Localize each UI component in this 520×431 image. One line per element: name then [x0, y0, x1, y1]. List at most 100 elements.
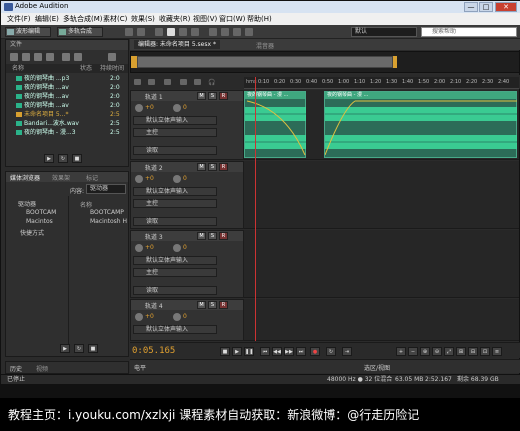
pan-knob[interactable]	[173, 175, 181, 183]
new-file-icon[interactable]	[22, 53, 30, 61]
record-arm-button[interactable]: R	[219, 163, 228, 171]
zoom-full-button[interactable]: ⤢	[444, 347, 454, 356]
output-select[interactable]: 主控	[133, 128, 217, 137]
volume-knob[interactable]	[135, 175, 143, 183]
overview-strip[interactable]	[130, 51, 520, 73]
slip-tool-icon[interactable]	[179, 28, 187, 36]
zoom-out-point-button[interactable]: ⊟	[468, 347, 478, 356]
track-lane-4[interactable]	[244, 299, 519, 341]
tab-level[interactable]: 电平	[134, 363, 146, 372]
autoplay-icon[interactable]	[62, 53, 70, 61]
menu-file[interactable]: 文件(F)	[7, 14, 31, 24]
solo-button[interactable]: S	[208, 232, 217, 240]
minimize-button[interactable]: —	[464, 2, 478, 12]
navigator-left-handle[interactable]	[131, 56, 137, 68]
tab-effects-rack[interactable]: 效果架	[52, 173, 70, 182]
automation-select[interactable]: 读取	[133, 217, 217, 226]
tab-history[interactable]: 历史	[10, 364, 22, 373]
close-button[interactable]: ✕	[495, 2, 517, 12]
menu-view[interactable]: 视图(V)	[193, 14, 217, 24]
time-ruler[interactable]: hms 0:10 0:20 0:30 0:40 0:50 1:00 1:10 1…	[244, 77, 519, 89]
send-icon[interactable]	[164, 79, 171, 85]
stop-button[interactable]: ■	[220, 347, 230, 356]
headphone-icon[interactable]: 🎧	[208, 79, 215, 86]
volume-value[interactable]: +0	[145, 104, 154, 111]
file-row[interactable]: 夜的钢琴曲 - 漫...3 2:5	[6, 128, 132, 137]
media-loop-button[interactable]: ↻	[74, 344, 84, 353]
maximize-button[interactable]: □	[479, 2, 493, 12]
zoom-out-amp-button[interactable]: −	[408, 347, 418, 356]
list-item-macintosh[interactable]: Macintosh H	[90, 218, 127, 225]
record-arm-button[interactable]: R	[219, 301, 228, 309]
go-end-button[interactable]: ⏭	[296, 347, 306, 356]
media-play-button[interactable]: ▶	[60, 344, 70, 353]
skip-button[interactable]: ⇥	[342, 347, 352, 356]
import-icon[interactable]	[34, 53, 42, 61]
mixer-tab[interactable]: 混音器	[256, 41, 274, 50]
close-file-icon[interactable]	[46, 53, 54, 61]
loop-button[interactable]: ↻	[326, 347, 336, 356]
zoom-tracks-button[interactable]: ≡	[492, 347, 502, 356]
mute-button[interactable]: M	[197, 163, 206, 171]
solo-button[interactable]: S	[208, 163, 217, 171]
zoom-in-amp-button[interactable]: +	[396, 347, 406, 356]
menu-edit[interactable]: 编辑(E)	[35, 14, 59, 24]
pan-value[interactable]: 0	[183, 244, 187, 251]
media-autoplay-button[interactable]: ■	[88, 344, 98, 353]
loop-icon[interactable]	[74, 53, 82, 61]
record-button[interactable]: ●	[310, 347, 320, 356]
volume-value[interactable]: +0	[145, 244, 154, 251]
list-item-bootcamp[interactable]: BOOTCAMP	[90, 209, 124, 216]
automation-select[interactable]: 读取	[133, 146, 217, 155]
input-select[interactable]: 默认立体声输入	[133, 116, 217, 125]
time-select-icon[interactable]	[191, 28, 199, 36]
fx-icon[interactable]	[148, 79, 155, 85]
input-select[interactable]: 默认立体声输入	[133, 187, 217, 196]
brush-icon[interactable]	[233, 28, 241, 36]
record-arm-button[interactable]: R	[219, 92, 228, 100]
tree-drives[interactable]: 驱动器	[18, 199, 36, 208]
output-select[interactable]: 主控	[133, 268, 217, 277]
multitrack-view-button[interactable]: 多轨合成	[57, 27, 103, 37]
solo-button[interactable]: S	[208, 301, 217, 309]
help-search-input[interactable]: 搜索帮助	[421, 27, 517, 37]
mute-button[interactable]: M	[197, 92, 206, 100]
spot-heal-icon[interactable]	[245, 28, 253, 36]
tab-markers[interactable]: 标记	[86, 173, 98, 182]
file-row[interactable]: 夜的钢琴曲 ...av 2:0	[6, 83, 132, 92]
pause-button[interactable]: ❚❚	[244, 347, 254, 356]
track-lane-3[interactable]	[244, 230, 519, 298]
volume-knob[interactable]	[135, 313, 143, 321]
output-select[interactable]: 主控	[133, 199, 217, 208]
play-button[interactable]: ▶	[232, 347, 242, 356]
automation-select[interactable]: 读取	[133, 286, 217, 295]
forward-button[interactable]: ▶▶	[284, 347, 294, 356]
track-lane-1[interactable]: 夜的钢琴曲 - 漫 ... 夜的钢琴曲 - 漫 ...	[244, 90, 519, 160]
pan-knob[interactable]	[173, 313, 181, 321]
file-row[interactable]: Bandari...波水.wav 2:5	[6, 119, 132, 128]
io-icon[interactable]	[194, 79, 201, 85]
menu-window[interactable]: 窗口(W)	[219, 14, 245, 24]
spectral-icon[interactable]	[125, 28, 133, 36]
mute-button[interactable]: M	[197, 301, 206, 309]
search-icon[interactable]	[108, 53, 116, 61]
file-loop-button[interactable]: ↻	[58, 154, 68, 163]
mute-button[interactable]: M	[197, 232, 206, 240]
menu-multitrack[interactable]: 多轨合成(M)	[63, 14, 103, 24]
menu-clip[interactable]: 素材(C)	[103, 14, 127, 24]
zoom-in-time-button[interactable]: ⊕	[420, 347, 430, 356]
zoom-out-time-button[interactable]: ⊖	[432, 347, 442, 356]
zoom-navigator[interactable]	[137, 56, 393, 68]
track-name[interactable]: 轨道 4	[145, 301, 163, 310]
tree-bootcamp[interactable]: BOOTCAM	[26, 209, 56, 216]
contents-select[interactable]: 驱动器	[86, 184, 126, 194]
input-select[interactable]: 默认立体声输入	[133, 325, 217, 334]
pan-value[interactable]: 0	[183, 175, 187, 182]
go-start-button[interactable]: ⏮	[260, 347, 270, 356]
playhead[interactable]	[255, 77, 256, 341]
pan-value[interactable]: 0	[183, 104, 187, 111]
volume-value[interactable]: +0	[145, 313, 154, 320]
current-time[interactable]: 0:05.165	[132, 346, 175, 356]
move-tool-icon[interactable]	[155, 28, 163, 36]
zoom-in-point-button[interactable]: ⊞	[456, 347, 466, 356]
